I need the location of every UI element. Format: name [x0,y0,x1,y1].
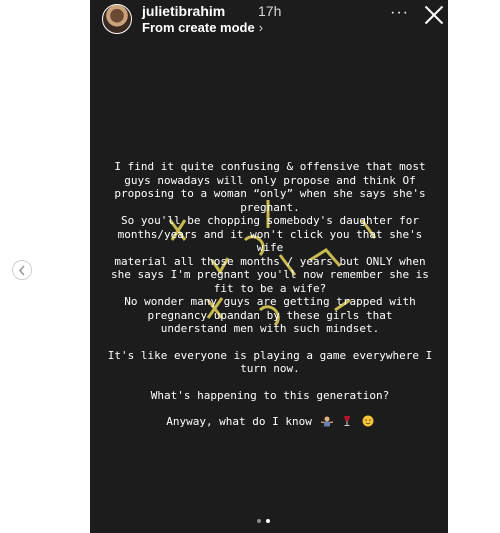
close-icon[interactable] [423,4,445,26]
story-line: understand men with such mindset. [160,322,380,335]
story-header: julietibrahim 17h From create mode › ··· [90,0,448,40]
face-emoji [362,415,374,427]
more-options-icon[interactable]: ··· [390,4,409,22]
story-line: pregnant. [240,200,300,214]
create-mode-label: From create mode [142,20,255,35]
chevron-right-icon: › [258,20,264,35]
person-shrugging-emoji [320,416,333,427]
story-text: I find it quite confusing & offensive th… [102,160,438,429]
story-line: Anyway, what do I know [166,415,312,428]
create-mode-link[interactable]: From create mode › [142,20,263,35]
wine-glass-emoji [344,416,351,426]
story-progress-dots [257,519,281,525]
story-line: fit to be a wife? [213,281,327,295]
story-line: turn now. [240,362,300,375]
story-line: pregnancy upandan by these girls that [147,308,393,322]
story-line: guys nowadays will only propose and thin… [124,173,416,187]
story-line: I find it quite confusing & offensive th… [114,160,426,173]
story-line: It's like everyone is playing a game eve… [107,348,433,362]
username[interactable]: julietibrahim [142,3,225,19]
story-line: she says I'm pregnant you'll now remembe… [111,268,429,281]
story-line: No wonder many guys are getting trapped … [124,295,416,308]
post-time: 17h [258,3,282,19]
avatar[interactable] [102,4,132,34]
story-line: months/years and it won't click you that… [117,227,423,255]
progress-dot-active [266,519,270,523]
progress-dot [257,519,261,523]
story-line: proposing to a woman “only” when she say… [114,187,426,200]
story-viewer[interactable]: julietibrahim 17h From create mode › ··· … [90,0,448,533]
story-line: What's happening to this generation? [150,388,390,402]
chevron-left-icon [18,265,25,276]
story-line: material all those months / years but ON… [114,254,426,268]
story-line: So you'll be chopping somebody's daughte… [120,214,419,227]
previous-story-button[interactable] [12,260,32,280]
story-last-line: Anyway, what do I know [102,415,438,429]
